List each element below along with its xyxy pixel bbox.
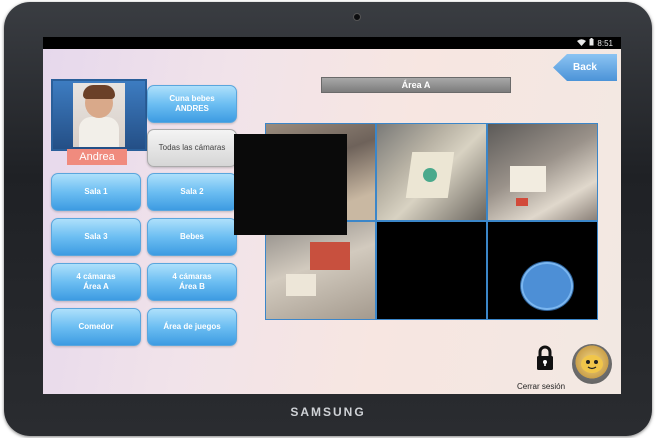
brand-label: SAMSUNG [290,405,366,419]
lock-icon[interactable] [536,345,554,371]
record-circle-button[interactable] [521,262,573,310]
child-name: Andrea [67,149,127,165]
app-screen: 8:51 Back Área A Andrea Cuna bebes ANDRE… [43,37,621,394]
cam4-area-b-button[interactable]: 4 cámaras Área B [147,263,237,301]
camera-feed-5[interactable] [376,221,487,320]
sala1-button[interactable]: Sala 1 [51,173,141,211]
area-juegos-button[interactable]: Área de juegos [147,308,237,346]
cuna-bebes-button[interactable]: Cuna bebes ANDRES [147,85,237,123]
sala2-button[interactable]: Sala 2 [147,173,237,211]
app-logo [572,344,612,384]
cam4-area-a-button[interactable]: 4 cámaras Área A [51,263,141,301]
sala3-button[interactable]: Sala 3 [51,218,141,256]
back-button[interactable]: Back [553,54,617,81]
camera-feed-3[interactable] [487,123,598,221]
todas-camaras-button[interactable]: Todas las cámaras [147,129,237,167]
clock: 8:51 [597,38,613,48]
avatar [73,83,125,147]
video-overlay [234,134,347,235]
bebes-button[interactable]: Bebes [147,218,237,256]
camera-feed-4[interactable] [265,221,376,320]
wifi-icon [577,38,587,48]
child-photo-card[interactable] [51,79,147,151]
battery-icon [589,38,594,48]
comedor-button[interactable]: Comedor [51,308,141,346]
logout-label[interactable]: Cerrar sesión [517,382,565,391]
camera-feed-2[interactable] [376,123,487,221]
front-camera [353,13,361,21]
area-title: Área A [321,77,511,93]
back-label: Back [573,62,597,73]
status-bar: 8:51 [43,37,621,49]
